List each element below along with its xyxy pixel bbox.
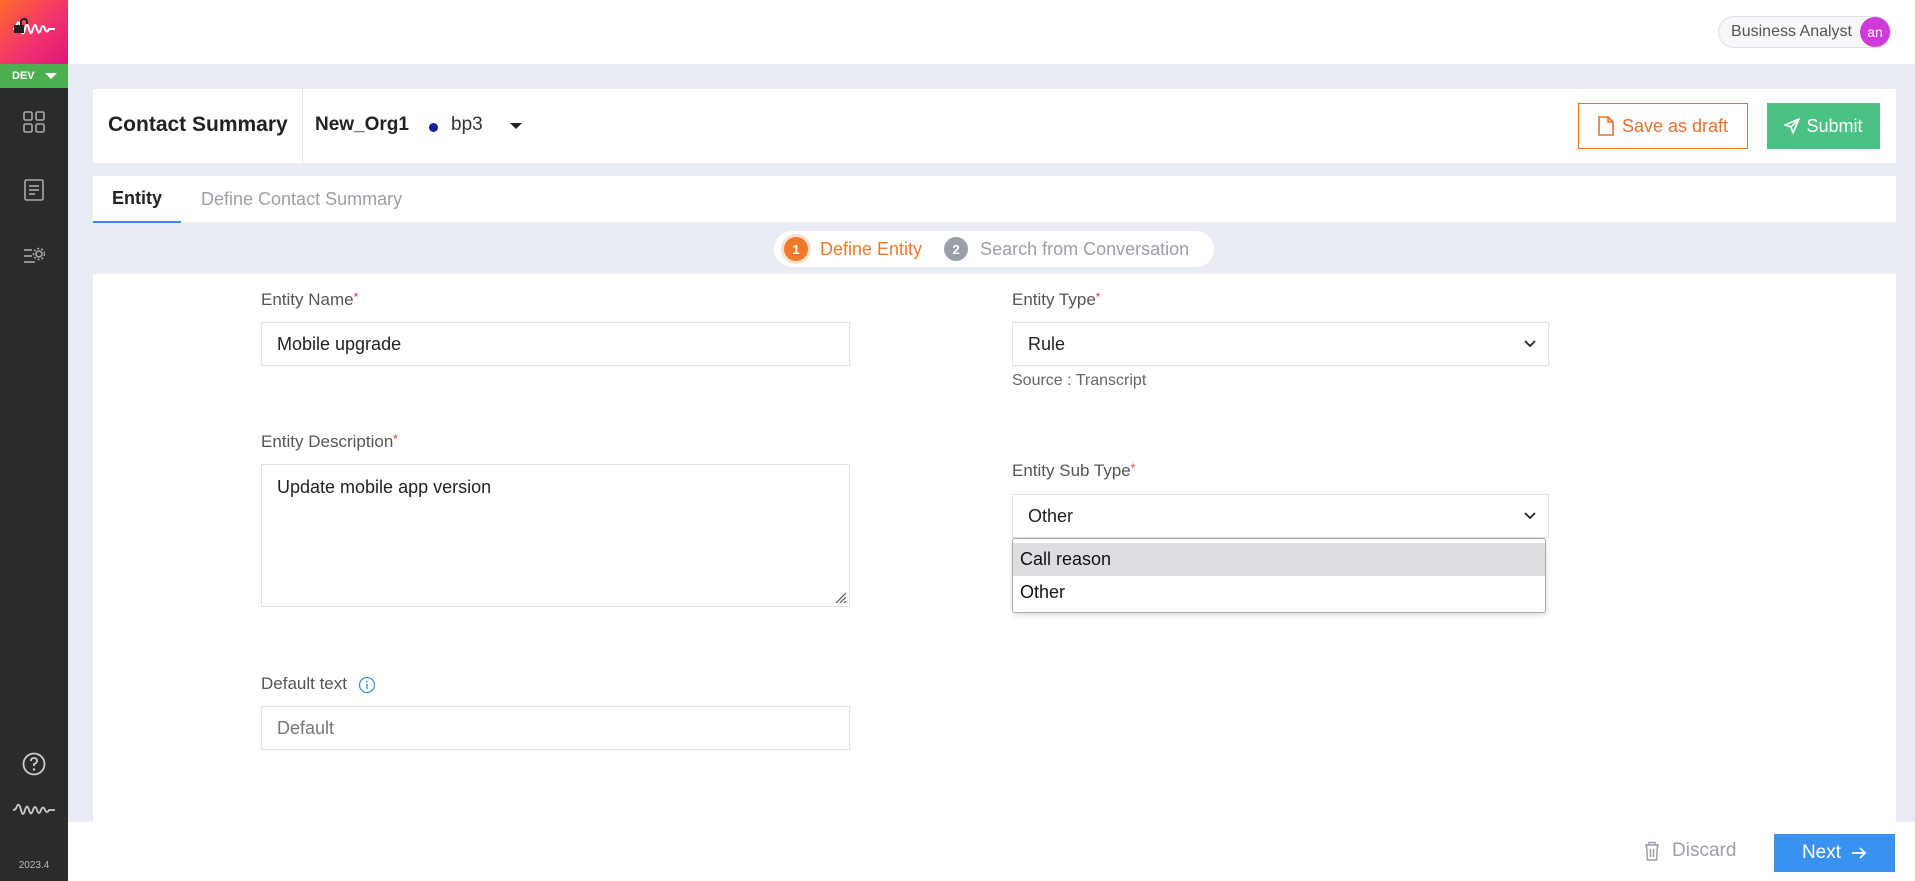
required-marker: *: [1130, 461, 1136, 475]
discard-button[interactable]: Discard: [1644, 840, 1736, 862]
tab-define-contact-summary[interactable]: Define Contact Summary: [201, 176, 402, 223]
entity-sub-type-dropdown: Call reason Other: [1012, 538, 1546, 613]
top-bar: Business Analyst an: [68, 0, 1915, 64]
file-icon: [1598, 116, 1614, 136]
submit-button[interactable]: Submit: [1767, 103, 1880, 149]
info-icon[interactable]: [358, 676, 376, 694]
option-call-reason[interactable]: Call reason: [1013, 543, 1545, 576]
help-icon[interactable]: [22, 752, 46, 776]
discard-label: Discard: [1672, 840, 1737, 861]
entity-sub-type-value: Other: [1028, 505, 1074, 526]
save-as-draft-button[interactable]: Save as draft: [1578, 103, 1748, 149]
required-marker: *: [1095, 290, 1101, 304]
entity-name-value: Mobile upgrade: [277, 333, 402, 354]
app-logo[interactable]: [0, 0, 68, 64]
tab-entity[interactable]: Entity: [93, 176, 181, 223]
entity-type-value: Rule: [1028, 333, 1066, 354]
entity-name-label: Entity Name*: [261, 290, 358, 310]
unlock-icon[interactable]: [12, 18, 28, 34]
list-settings-icon[interactable]: [22, 245, 46, 269]
send-icon: [1784, 118, 1801, 134]
entity-description-value: Update mobile app version: [277, 477, 492, 497]
submit-label: Submit: [1806, 115, 1863, 136]
page-title: Contact Summary: [108, 113, 288, 136]
required-marker: *: [393, 432, 398, 446]
entity-sub-type-label-text: Entity Sub Type: [1012, 461, 1131, 480]
page-header: Contact Summary New_Org1 bp3 Save as dra…: [93, 89, 1896, 163]
required-marker: *: [353, 290, 359, 304]
bp-caret-down-icon[interactable]: [510, 123, 522, 129]
header-divider: [302, 89, 303, 163]
entity-type-source-hint: Source : Transcript: [1012, 372, 1147, 389]
chevron-down-icon: [1524, 340, 1536, 348]
next-label: Next: [1801, 842, 1842, 863]
user-menu[interactable]: Business Analyst an: [1718, 16, 1891, 48]
sidebar: DEV 2023.4: [0, 0, 68, 881]
step-define-entity[interactable]: Define Entity: [820, 239, 922, 260]
bp-selector-label[interactable]: bp3: [451, 114, 483, 136]
waveform-brand-icon: [12, 798, 56, 822]
status-dot: [429, 123, 438, 132]
user-role: Business Analyst: [1731, 23, 1852, 40]
entity-sub-type-select[interactable]: Other: [1012, 494, 1549, 538]
default-text-placeholder: Default: [277, 717, 335, 738]
org-name: New_Org1: [315, 114, 409, 135]
entity-description-label-text: Entity Description: [261, 432, 394, 451]
entity-type-select[interactable]: Rule: [1012, 322, 1549, 366]
step-number-2[interactable]: 2: [944, 237, 969, 261]
chevron-down-icon: [1524, 512, 1536, 520]
step-number-1[interactable]: 1: [784, 237, 808, 261]
default-text-label-text: Default text: [261, 674, 347, 693]
entity-name-label-text: Entity Name: [261, 290, 354, 309]
default-text-input[interactable]: Default: [261, 706, 850, 750]
option-other[interactable]: Other: [1013, 576, 1545, 609]
arrow-right-icon: [1852, 847, 1867, 859]
resize-handle-icon[interactable]: [833, 590, 847, 604]
footer-bar: Discard Next: [68, 822, 1915, 881]
step-search-from-conversation[interactable]: Search from Conversation: [980, 239, 1189, 260]
default-text-label: Default text: [261, 674, 376, 694]
form-panel: Entity Name* Mobile upgrade Entity Descr…: [93, 274, 1896, 822]
entity-sub-type-label: Entity Sub Type*: [1012, 461, 1135, 481]
tab-bar: Entity Define Contact Summary: [93, 176, 1896, 223]
entity-name-input[interactable]: Mobile upgrade: [261, 322, 850, 366]
entity-description-textarea[interactable]: Update mobile app version: [261, 464, 850, 607]
document-icon[interactable]: [22, 178, 46, 202]
caret-down-icon: [44, 73, 57, 79]
stepper: 1 Define Entity 2 Search from Conversati…: [774, 231, 1214, 267]
entity-type-label: Entity Type*: [1012, 290, 1100, 310]
environment-selector[interactable]: DEV: [0, 64, 68, 88]
entity-type-label-text: Entity Type: [1012, 290, 1096, 309]
environment-label: DEV: [12, 70, 35, 82]
entity-description-label: Entity Description*: [261, 432, 398, 452]
next-button[interactable]: Next: [1774, 834, 1895, 872]
app-version: 2023.4: [18, 860, 50, 871]
dashboard-grid-icon[interactable]: [22, 110, 46, 134]
save-as-draft-label: Save as draft: [1621, 115, 1729, 136]
avatar: an: [1860, 17, 1890, 47]
trash-icon: [1645, 841, 1659, 861]
